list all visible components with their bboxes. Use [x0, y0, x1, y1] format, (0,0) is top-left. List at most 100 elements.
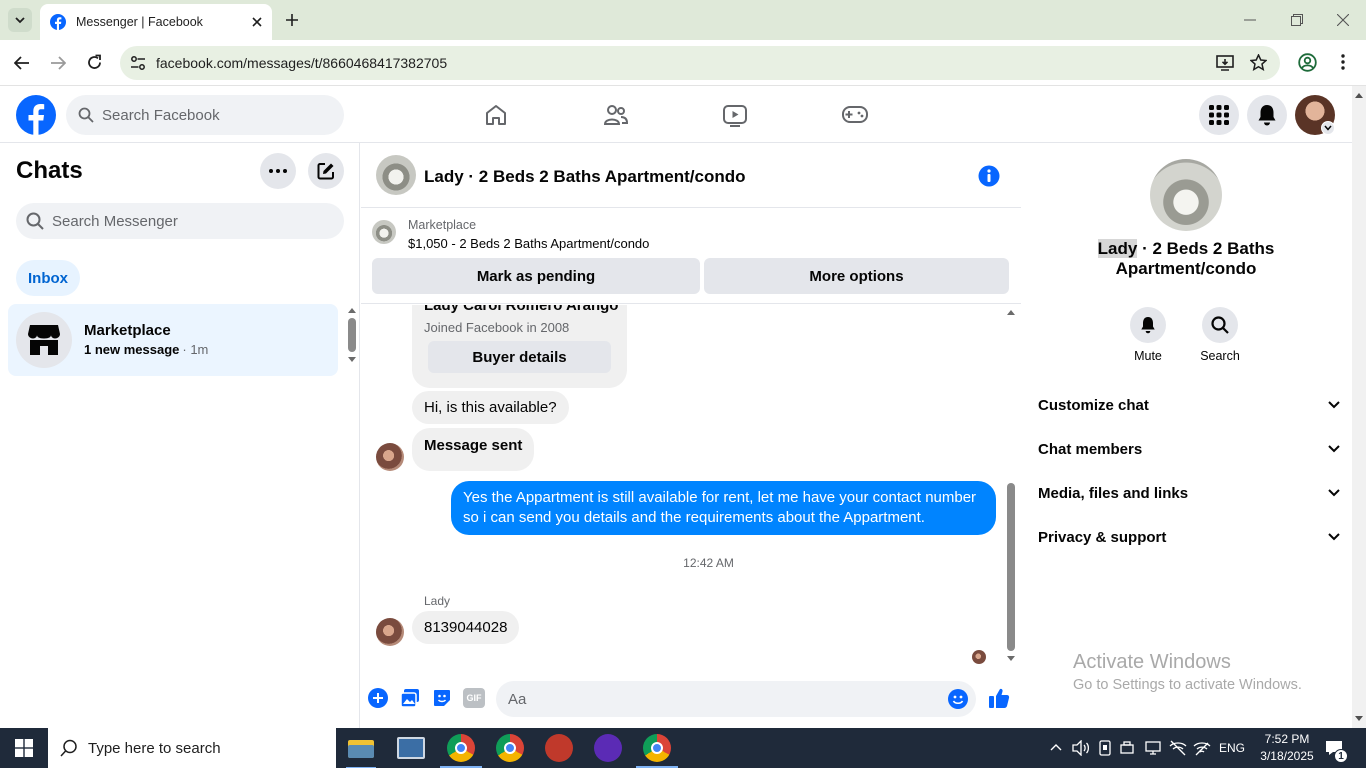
conversation-name: Marketplace	[84, 322, 171, 339]
sender-avatar[interactable]	[376, 618, 404, 646]
scroll-thumb[interactable]	[348, 318, 356, 352]
site-settings-icon[interactable]	[130, 55, 146, 71]
taskbar-search[interactable]: Type here to search	[48, 728, 336, 768]
back-arrow-icon[interactable]	[14, 55, 30, 71]
video-icon[interactable]	[722, 103, 748, 127]
menu-button[interactable]	[1199, 95, 1239, 135]
listing-thumbnail[interactable]	[372, 220, 396, 244]
browser-tab[interactable]: Messenger | Facebook	[40, 4, 272, 40]
chats-options-button[interactable]	[260, 153, 296, 189]
chat-title[interactable]: Lady · 2 Beds 2 Baths Apartment/condo	[424, 167, 745, 187]
photo-icon[interactable]	[400, 688, 420, 708]
message-thread: Lady Carol Romero Arango Joined Facebook…	[361, 305, 1021, 677]
device-icon[interactable]	[1098, 740, 1112, 756]
file-explorer-icon[interactable]	[346, 736, 376, 768]
taskbar-date[interactable]: 3/18/2025	[1252, 749, 1322, 763]
chat-members-section[interactable]: Chat members	[1038, 427, 1340, 471]
profile-icon[interactable]	[1298, 53, 1317, 72]
battery-icon[interactable]	[1120, 741, 1136, 755]
mute-button[interactable]	[1130, 307, 1166, 343]
browser-menu-icon[interactable]	[1341, 54, 1345, 70]
chrome-active-icon[interactable]	[643, 734, 671, 762]
restore-icon[interactable]	[1291, 14, 1303, 26]
section-label: Customize chat	[1038, 396, 1149, 414]
sender-avatar[interactable]	[376, 443, 404, 471]
sender-name: Lady	[424, 594, 451, 608]
media-files-links-section[interactable]: Media, files and links	[1038, 471, 1340, 515]
buyer-details-button[interactable]: Buyer details	[428, 341, 611, 373]
inbox-tab[interactable]: Inbox	[16, 260, 80, 296]
conversation-time: · 1m	[182, 342, 209, 357]
activate-windows-title: Activate Windows	[1073, 651, 1231, 673]
wifi-icon[interactable]	[1193, 740, 1211, 756]
privacy-support-section[interactable]: Privacy & support	[1038, 515, 1340, 559]
omnibox[interactable]: facebook.com/messages/t/8660468417382705	[120, 46, 1280, 80]
scroll-up-icon[interactable]	[347, 307, 357, 314]
chrome-profile-icon[interactable]	[496, 734, 524, 762]
facebook-search[interactable]	[66, 95, 344, 135]
minimize-icon[interactable]	[1244, 19, 1256, 21]
app-satellite-icon[interactable]	[545, 734, 573, 762]
scroll-down-icon[interactable]	[347, 356, 357, 363]
app-monitor-icon[interactable]	[397, 737, 425, 759]
conversation-item[interactable]: Marketplace 1 new message · 1m	[8, 304, 338, 376]
chats-scrollbar[interactable]	[347, 307, 357, 371]
address-row: facebook.com/messages/t/8660468417382705	[0, 40, 1366, 86]
wifi-off-icon[interactable]	[1169, 740, 1187, 756]
chrome-icon[interactable]	[447, 734, 475, 762]
scroll-up-icon[interactable]	[1006, 309, 1016, 316]
account-chevron[interactable]	[1321, 121, 1335, 135]
windows-taskbar: Type here to search ENG 7:52 PM 3/18/202…	[0, 728, 1366, 768]
close-window-icon[interactable]	[1337, 14, 1349, 26]
chat-avatar[interactable]	[376, 155, 416, 195]
mark-as-pending-button[interactable]: Mark as pending	[372, 258, 700, 294]
friends-icon[interactable]	[603, 103, 629, 127]
scroll-down-icon[interactable]	[1006, 655, 1016, 662]
volume-icon[interactable]	[1072, 740, 1090, 756]
emoji-icon[interactable]	[948, 689, 968, 709]
close-tab-icon[interactable]	[252, 17, 262, 27]
gif-icon[interactable]: GIF	[463, 688, 485, 708]
app-iptv-icon[interactable]	[594, 734, 622, 762]
section-label: Media, files and links	[1038, 484, 1189, 502]
windows-start-icon[interactable]	[15, 739, 33, 757]
customize-chat-section[interactable]: Customize chat	[1038, 383, 1340, 427]
taskbar-time[interactable]: 7:52 PM	[1252, 732, 1322, 746]
message-input[interactable]	[508, 690, 928, 708]
page-scrollbar[interactable]	[1352, 86, 1366, 728]
home-icon[interactable]	[484, 103, 508, 127]
listing-title[interactable]: $1,050 - 2 Beds 2 Baths Apartment/condo	[408, 236, 649, 251]
forward-arrow-icon[interactable]	[50, 55, 66, 71]
scroll-up-icon[interactable]	[1354, 92, 1364, 99]
plus-icon[interactable]	[368, 688, 388, 708]
scroll-down-icon[interactable]	[1354, 715, 1364, 722]
gaming-icon[interactable]	[841, 105, 869, 125]
name-rest: · 2 Beds 2 Baths	[1137, 239, 1275, 258]
notifications-button[interactable]	[1247, 95, 1287, 135]
search-in-chat-button[interactable]	[1202, 307, 1238, 343]
messenger-search[interactable]	[16, 203, 344, 239]
reload-icon[interactable]	[86, 54, 103, 71]
facebook-search-input[interactable]	[102, 106, 332, 124]
info-icon[interactable]	[978, 165, 1000, 187]
facebook-logo-icon[interactable]	[16, 95, 56, 135]
more-options-button[interactable]: More options	[704, 258, 1009, 294]
tray-chevron-up-icon[interactable]	[1050, 743, 1062, 751]
install-app-icon[interactable]	[1216, 54, 1234, 72]
sticker-icon[interactable]	[432, 688, 452, 708]
tab-search-dropdown[interactable]	[8, 8, 32, 32]
listing-photo[interactable]	[1150, 159, 1222, 231]
bookmark-star-icon[interactable]	[1250, 54, 1267, 71]
language-indicator[interactable]: ENG	[1219, 741, 1245, 755]
new-message-button[interactable]	[308, 153, 344, 189]
thumbs-up-icon[interactable]	[988, 687, 1010, 709]
message-input-box[interactable]	[496, 681, 976, 717]
joined-text: Joined Facebook in 2008	[424, 320, 570, 335]
marketplace-avatar	[16, 312, 72, 368]
chevron-down-icon	[1328, 489, 1340, 497]
thread-scrollbar[interactable]	[1005, 305, 1017, 677]
scroll-thumb[interactable]	[1007, 483, 1015, 651]
new-tab-icon[interactable]	[285, 13, 299, 27]
network-icon[interactable]	[1145, 740, 1161, 756]
messenger-search-input[interactable]	[52, 212, 332, 230]
